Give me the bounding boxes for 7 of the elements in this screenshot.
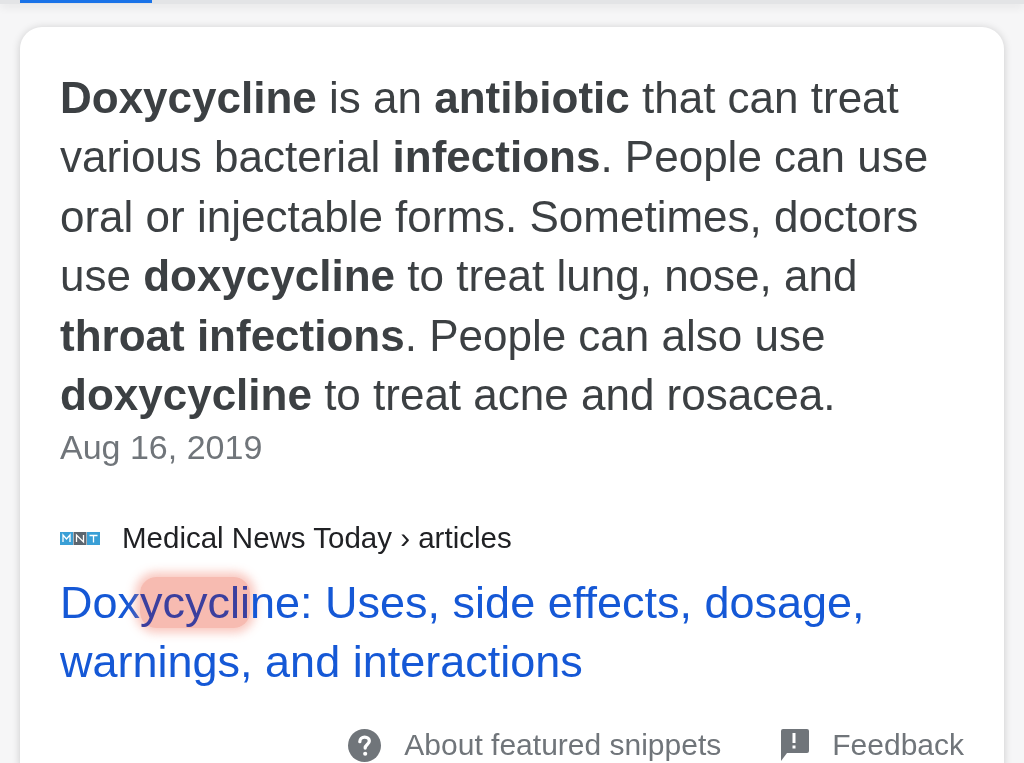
snippet-paragraph: Doxycycline is an antibiotic that can treat various bacterial infections. People can use oral or injectable forms. Sometimes, doctors use doxycycline to treat lung, nose, and throat infections. People can also use doxycycline to treat acne and rosacea. bbox=[60, 72, 930, 422]
snippet-date: Aug 16, 2019 bbox=[60, 427, 264, 468]
source-breadcrumb[interactable]: Medical News Today › articles bbox=[122, 520, 512, 557]
result-title-link[interactable]: Doxycycline: Uses, side effects, dosage, warnings, and interactions bbox=[60, 573, 960, 692]
about-link[interactable]: About featured snippets bbox=[404, 727, 722, 763]
feedback-link[interactable]: Feedback bbox=[832, 727, 964, 763]
site-logo-icon bbox=[60, 531, 100, 545]
